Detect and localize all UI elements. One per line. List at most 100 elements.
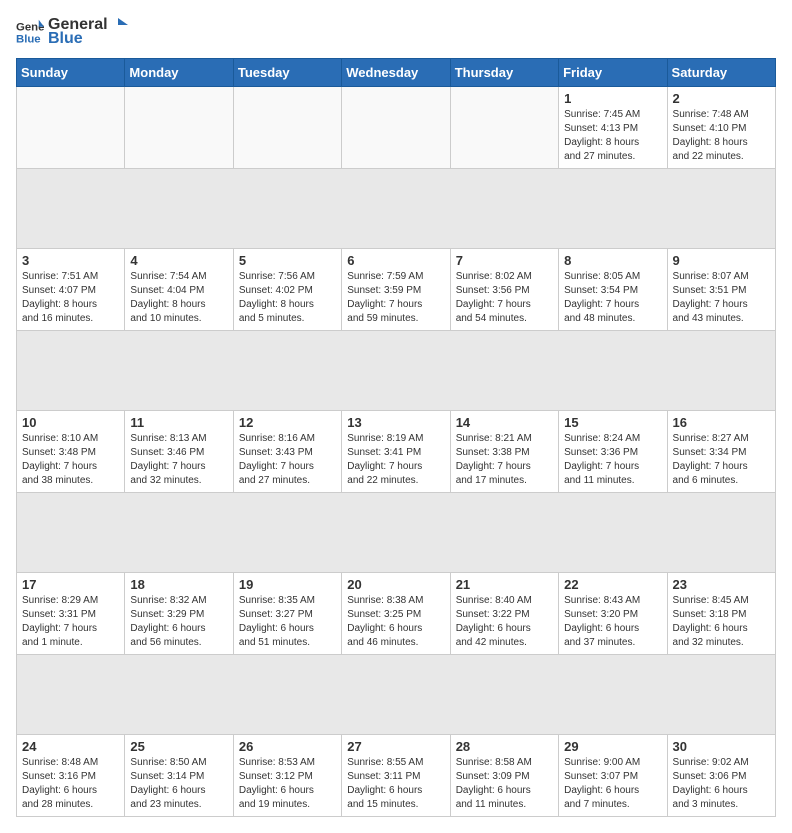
calendar-cell: 23 Sunrise: 8:45 AM Sunset: 3:18 PM Dayli… bbox=[667, 573, 775, 655]
calendar-cell bbox=[342, 87, 450, 169]
day-number: 8 bbox=[564, 253, 661, 268]
day-info: Sunrise: 8:43 AM Sunset: 3:20 PM Dayligh… bbox=[564, 594, 661, 650]
day-info: Sunrise: 8:55 AM Sunset: 3:11 PM Dayligh… bbox=[347, 756, 444, 812]
week-row-4: 17Sunrise: 8:29 AM Sunset: 3:31 PM Dayli… bbox=[17, 573, 776, 655]
day-info: Sunrise: 8:38 AM Sunset: 3:25 PM Dayligh… bbox=[347, 594, 444, 650]
day-info: Sunrise: 8:10 AM Sunset: 3:48 PM Dayligh… bbox=[22, 432, 119, 488]
calendar-cell: 10 Sunrise: 8:10 AM Sunset: 3:48 PM Dayli… bbox=[17, 411, 125, 493]
day-number: 5 bbox=[239, 253, 336, 268]
day-info: Sunrise: 7:51 AM Sunset: 4:07 PM Dayligh… bbox=[22, 270, 119, 326]
weekday-header-tuesday: Tuesday bbox=[233, 59, 341, 87]
weekday-header-sunday: Sunday bbox=[17, 59, 125, 87]
week-row-5: 24 Sunrise: 8:48 AM Sunset: 3:16 PM Dayli… bbox=[17, 735, 776, 817]
day-number: 25 bbox=[130, 739, 227, 754]
day-info: Sunrise: 8:21 AM Sunset: 3:38 PM Dayligh… bbox=[456, 432, 553, 488]
day-number: 7 bbox=[456, 253, 553, 268]
day-info: Sunrise: 8:13 AM Sunset: 3:46 PM Dayligh… bbox=[130, 432, 227, 488]
day-info: Sunrise: 8:05 AM Sunset: 3:54 PM Dayligh… bbox=[564, 270, 661, 326]
calendar-cell: 21 Sunrise: 8:40 AM Sunset: 3:22 PM Dayli… bbox=[450, 573, 558, 655]
day-info: Sunrise: 9:02 AM Sunset: 3:06 PM Dayligh… bbox=[673, 756, 770, 812]
weekday-header-saturday: Saturday bbox=[667, 59, 775, 87]
day-info: Sunrise: 8:29 AM Sunset: 3:31 PM Dayligh… bbox=[22, 594, 119, 650]
day-number: 23 bbox=[673, 577, 770, 592]
day-info: Sunrise: 8:35 AM Sunset: 3:27 PM Dayligh… bbox=[239, 594, 336, 650]
day-info: Sunrise: 8:16 AM Sunset: 3:43 PM Dayligh… bbox=[239, 432, 336, 488]
day-info: Sunrise: 8:24 AM Sunset: 3:36 PM Dayligh… bbox=[564, 432, 661, 488]
day-number: 4 bbox=[130, 253, 227, 268]
calendar-cell: 22 Sunrise: 8:43 AM Sunset: 3:20 PM Dayli… bbox=[559, 573, 667, 655]
calendar-cell: 19 Sunrise: 8:35 AM Sunset: 3:27 PM Dayli… bbox=[233, 573, 341, 655]
day-info: Sunrise: 8:50 AM Sunset: 3:14 PM Dayligh… bbox=[130, 756, 227, 812]
day-info: Sunrise: 8:53 AM Sunset: 3:12 PM Dayligh… bbox=[239, 756, 336, 812]
day-info: Sunrise: 8:07 AM Sunset: 3:51 PM Dayligh… bbox=[673, 270, 770, 326]
header: General Blue General Blue bbox=[16, 16, 776, 48]
calendar-cell: 13 Sunrise: 8:19 AM Sunset: 3:41 PM Dayli… bbox=[342, 411, 450, 493]
calendar-cell bbox=[17, 87, 125, 169]
week-row-1: 1 Sunrise: 7:45 AM Sunset: 4:13 PM Daylig… bbox=[17, 87, 776, 169]
weekday-header-wednesday: Wednesday bbox=[342, 59, 450, 87]
weekday-header-monday: Monday bbox=[125, 59, 233, 87]
day-number: 29 bbox=[564, 739, 661, 754]
calendar-cell: 12 Sunrise: 8:16 AM Sunset: 3:43 PM Dayli… bbox=[233, 411, 341, 493]
day-info: Sunrise: 8:27 AM Sunset: 3:34 PM Dayligh… bbox=[673, 432, 770, 488]
day-number: 26 bbox=[239, 739, 336, 754]
calendar-cell: 15 Sunrise: 8:24 AM Sunset: 3:36 PM Dayli… bbox=[559, 411, 667, 493]
day-info: Sunrise: 7:54 AM Sunset: 4:04 PM Dayligh… bbox=[130, 270, 227, 326]
calendar-cell: 20Sunrise: 8:38 AM Sunset: 3:25 PM Dayli… bbox=[342, 573, 450, 655]
calendar-cell: 1 Sunrise: 7:45 AM Sunset: 4:13 PM Daylig… bbox=[559, 87, 667, 169]
day-info: Sunrise: 7:56 AM Sunset: 4:02 PM Dayligh… bbox=[239, 270, 336, 326]
calendar-table: SundayMondayTuesdayWednesdayThursdayFrid… bbox=[16, 58, 776, 817]
calendar-cell: 4 Sunrise: 7:54 AM Sunset: 4:04 PM Daylig… bbox=[125, 249, 233, 331]
day-number: 15 bbox=[564, 415, 661, 430]
calendar-cell: 30 Sunrise: 9:02 AM Sunset: 3:06 PM Dayli… bbox=[667, 735, 775, 817]
day-number: 3 bbox=[22, 253, 119, 268]
logo-icon: General Blue bbox=[16, 18, 44, 46]
day-info: Sunrise: 7:48 AM Sunset: 4:10 PM Dayligh… bbox=[673, 108, 770, 164]
calendar-cell: 3 Sunrise: 7:51 AM Sunset: 4:07 PM Daylig… bbox=[17, 249, 125, 331]
day-number: 2 bbox=[673, 91, 770, 106]
day-number: 28 bbox=[456, 739, 553, 754]
week-spacer bbox=[17, 169, 776, 249]
day-info: Sunrise: 8:58 AM Sunset: 3:09 PM Dayligh… bbox=[456, 756, 553, 812]
day-number: 6 bbox=[347, 253, 444, 268]
calendar-cell: 26 Sunrise: 8:53 AM Sunset: 3:12 PM Dayli… bbox=[233, 735, 341, 817]
week-row-2: 3 Sunrise: 7:51 AM Sunset: 4:07 PM Daylig… bbox=[17, 249, 776, 331]
calendar-cell: 5 Sunrise: 7:56 AM Sunset: 4:02 PM Daylig… bbox=[233, 249, 341, 331]
day-info: Sunrise: 8:19 AM Sunset: 3:41 PM Dayligh… bbox=[347, 432, 444, 488]
week-spacer bbox=[17, 331, 776, 411]
day-info: Sunrise: 7:45 AM Sunset: 4:13 PM Dayligh… bbox=[564, 108, 661, 164]
day-info: Sunrise: 7:59 AM Sunset: 3:59 PM Dayligh… bbox=[347, 270, 444, 326]
calendar-cell bbox=[125, 87, 233, 169]
calendar-cell: 2 Sunrise: 7:48 AM Sunset: 4:10 PM Daylig… bbox=[667, 87, 775, 169]
week-spacer bbox=[17, 493, 776, 573]
week-row-3: 10 Sunrise: 8:10 AM Sunset: 3:48 PM Dayli… bbox=[17, 411, 776, 493]
day-number: 13 bbox=[347, 415, 444, 430]
week-spacer bbox=[17, 655, 776, 735]
calendar-cell: 7Sunrise: 8:02 AM Sunset: 3:56 PM Daylig… bbox=[450, 249, 558, 331]
day-number: 30 bbox=[673, 739, 770, 754]
calendar-cell: 17Sunrise: 8:29 AM Sunset: 3:31 PM Dayli… bbox=[17, 573, 125, 655]
calendar-cell bbox=[450, 87, 558, 169]
logo: General Blue General Blue bbox=[16, 16, 128, 48]
day-info: Sunrise: 8:48 AM Sunset: 3:16 PM Dayligh… bbox=[22, 756, 119, 812]
weekday-header-thursday: Thursday bbox=[450, 59, 558, 87]
day-number: 1 bbox=[564, 91, 661, 106]
day-number: 22 bbox=[564, 577, 661, 592]
day-number: 24 bbox=[22, 739, 119, 754]
calendar-cell: 24 Sunrise: 8:48 AM Sunset: 3:16 PM Dayli… bbox=[17, 735, 125, 817]
day-number: 9 bbox=[673, 253, 770, 268]
calendar-cell: 14 Sunrise: 8:21 AM Sunset: 3:38 PM Dayli… bbox=[450, 411, 558, 493]
day-info: Sunrise: 8:45 AM Sunset: 3:18 PM Dayligh… bbox=[673, 594, 770, 650]
day-number: 14 bbox=[456, 415, 553, 430]
calendar-cell: 25 Sunrise: 8:50 AM Sunset: 3:14 PM Dayli… bbox=[125, 735, 233, 817]
day-info: Sunrise: 8:32 AM Sunset: 3:29 PM Dayligh… bbox=[130, 594, 227, 650]
day-number: 19 bbox=[239, 577, 336, 592]
day-number: 18 bbox=[130, 577, 227, 592]
calendar-cell: 8 Sunrise: 8:05 AM Sunset: 3:54 PM Daylig… bbox=[559, 249, 667, 331]
day-info: Sunrise: 8:40 AM Sunset: 3:22 PM Dayligh… bbox=[456, 594, 553, 650]
calendar-cell: 6 Sunrise: 7:59 AM Sunset: 3:59 PM Daylig… bbox=[342, 249, 450, 331]
day-number: 12 bbox=[239, 415, 336, 430]
calendar-cell bbox=[233, 87, 341, 169]
day-number: 21 bbox=[456, 577, 553, 592]
day-number: 10 bbox=[22, 415, 119, 430]
